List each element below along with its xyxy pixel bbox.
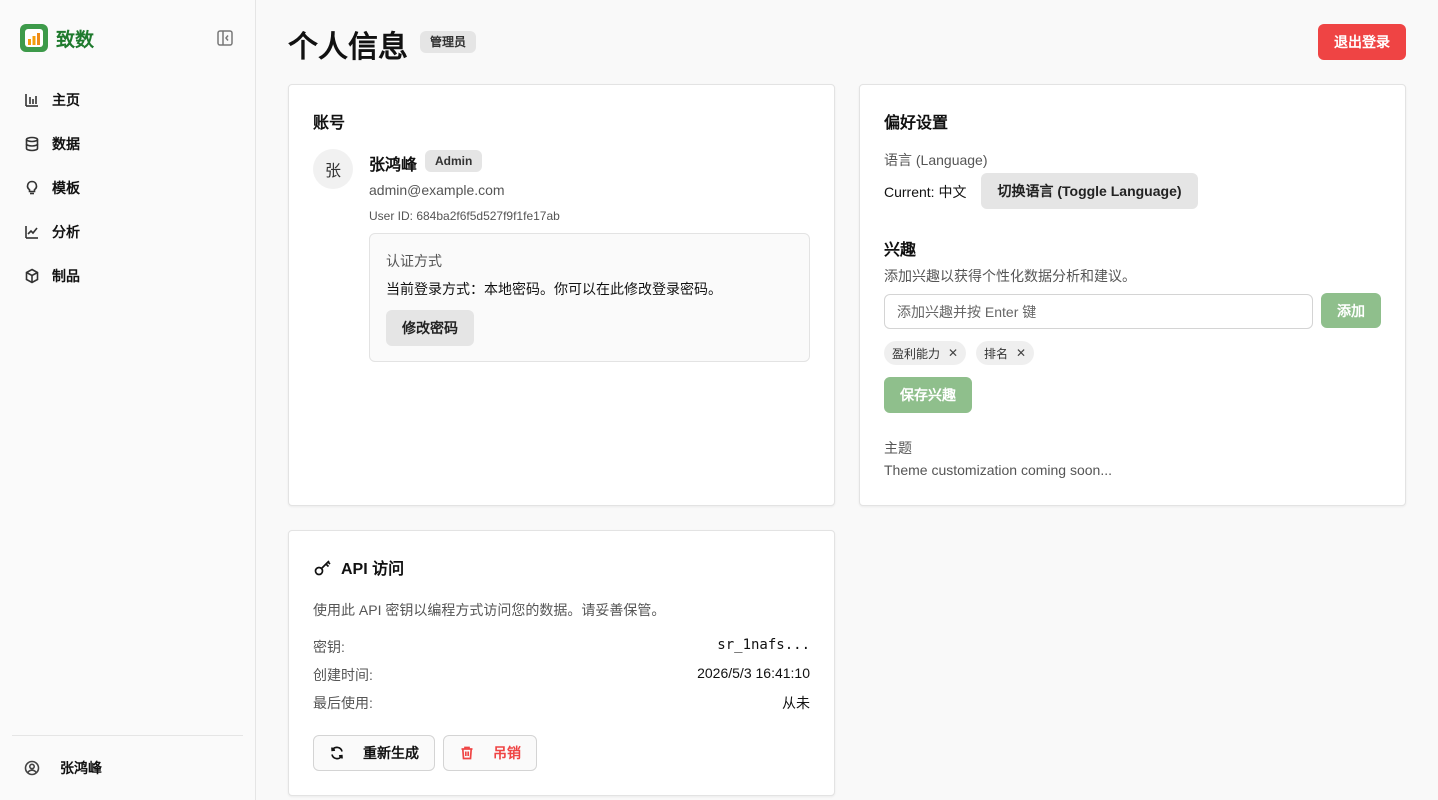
logout-button[interactable]: 退出登录: [1318, 24, 1406, 60]
remove-tag-icon[interactable]: ✕: [1016, 346, 1026, 360]
theme-label: 主题: [884, 440, 912, 456]
revoke-label: 吊销: [493, 745, 521, 761]
sidebar-item-artifacts[interactable]: 制品: [12, 254, 244, 298]
regenerate-label: 重新生成: [363, 745, 419, 761]
sidebar-item-analysis[interactable]: 分析: [12, 210, 244, 254]
sidebar-divider: [12, 735, 243, 736]
sidebar-user-name: 张鸿峰: [60, 760, 102, 776]
account-card-title: 账号: [313, 115, 346, 132]
api-card-title: API 访问: [341, 561, 405, 578]
api-access-card: API 访问 使用此 API 密钥以编程方式访问您的数据。请妥善保管。 密钥: …: [288, 530, 835, 796]
key-icon: [314, 560, 331, 576]
sidebar-item-label: 制品: [52, 268, 80, 284]
created-at-value: 2026/5/3 16:41:10: [697, 665, 810, 681]
theme-note: Theme customization coming soon...: [884, 462, 1112, 478]
regenerate-button[interactable]: 重新生成: [313, 735, 435, 771]
sidebar: 致数 主页 数据 模板 分析 制品 张鸿峰: [0, 0, 256, 800]
database-icon: [25, 136, 39, 152]
revoke-button[interactable]: 吊销: [443, 735, 537, 771]
api-key-label: 密钥:: [313, 639, 345, 655]
sidebar-user[interactable]: 张鸿峰: [12, 748, 244, 788]
sidebar-item-label: 数据: [52, 136, 80, 152]
add-interest-button[interactable]: 添加: [1321, 293, 1381, 328]
app-name: 致数: [56, 29, 95, 51]
role-badge: 管理员: [420, 31, 477, 53]
sidebar-item-label: 分析: [52, 224, 80, 240]
lightbulb-icon: [26, 180, 38, 195]
brand[interactable]: 致数: [20, 24, 94, 52]
trash-icon: [461, 746, 473, 760]
interest-tag: 排名 ✕: [976, 341, 1035, 365]
interests-desc: 添加兴趣以获得个性化数据分析和建议。: [884, 268, 1136, 284]
avatar: 张: [313, 149, 353, 189]
api-desc: 使用此 API 密钥以编程方式访问您的数据。请妥善保管。: [313, 602, 666, 618]
user-name: 张鸿峰: [369, 157, 418, 174]
last-used-label: 最后使用:: [313, 695, 373, 711]
refresh-icon: [331, 746, 343, 760]
user-email: admin@example.com: [369, 182, 505, 198]
admin-badge: Admin: [425, 150, 483, 172]
api-key-value: sr_1nafs...: [717, 637, 810, 653]
collapse-sidebar-icon[interactable]: [216, 29, 234, 47]
sidebar-item-templates[interactable]: 模板: [12, 166, 244, 210]
sidebar-item-label: 主页: [52, 92, 80, 108]
auth-method-title: 认证方式: [386, 253, 442, 269]
line-chart-icon: [25, 226, 38, 239]
page-title: 个人信息: [288, 31, 408, 64]
app-logo-icon: [20, 24, 48, 52]
preferences-card-title: 偏好设置: [884, 115, 949, 132]
remove-tag-icon[interactable]: ✕: [948, 346, 958, 360]
save-interests-button[interactable]: 保存兴趣: [884, 377, 972, 413]
auth-method-desc: 当前登录方式：本地密码。你可以在此修改登录密码。: [386, 281, 722, 297]
box-icon: [25, 268, 39, 284]
sidebar-nav: 主页 数据 模板 分析 制品: [12, 78, 244, 298]
interests-title: 兴趣: [884, 242, 917, 259]
last-used-value: 从未: [782, 695, 810, 711]
sidebar-item-data[interactable]: 数据: [12, 122, 244, 166]
interest-tag: 盈利能力 ✕: [884, 341, 967, 365]
change-password-button[interactable]: 修改密码: [386, 310, 474, 346]
api-title-row: API 访问: [313, 555, 404, 579]
sidebar-item-label: 模板: [52, 180, 80, 196]
auth-method-box: 认证方式 当前登录方式：本地密码。你可以在此修改登录密码。 修改密码: [369, 233, 810, 362]
account-card: 账号 张 张鸿峰 Admin admin@example.com User ID…: [288, 84, 835, 506]
user-id: User ID: 684ba2f6f5d527f9f1fe17ab: [369, 209, 560, 223]
sidebar-item-home[interactable]: 主页: [12, 78, 244, 122]
bar-chart-icon: [25, 94, 38, 107]
current-language: Current: 中文: [884, 184, 967, 200]
created-at-label: 创建时间:: [313, 667, 373, 683]
interest-tag-label: 盈利能力: [892, 346, 941, 361]
user-circle-icon: [24, 760, 40, 776]
preferences-card: 偏好设置 语言 (Language) Current: 中文 切换语言 (Tog…: [859, 84, 1406, 506]
language-label: 语言 (Language): [884, 152, 988, 168]
interest-input[interactable]: [884, 294, 1313, 329]
toggle-language-button[interactable]: 切换语言 (Toggle Language): [981, 173, 1198, 209]
interest-tag-label: 排名: [984, 346, 1009, 361]
